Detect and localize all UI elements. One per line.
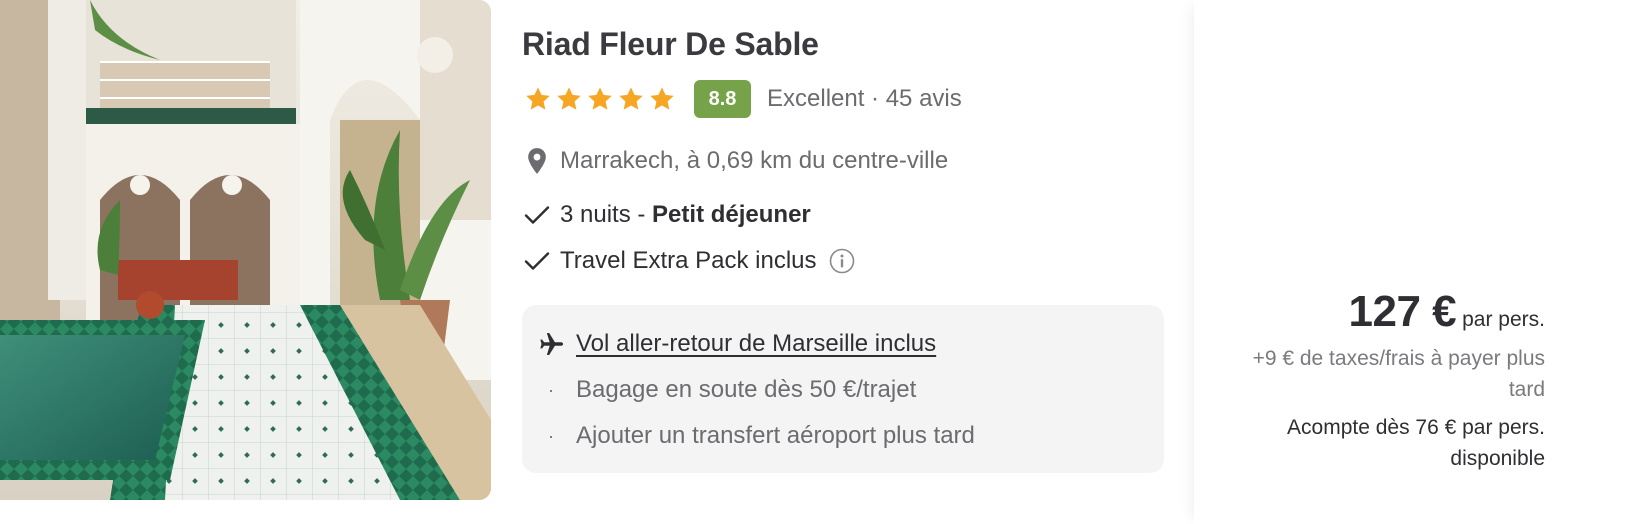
extra-pack-label: Travel Extra Pack inclus <box>560 247 817 274</box>
deposit-note: Acompte dès 76 € par pers. disponible <box>1287 416 1545 470</box>
board-label: Petit déjeuner <box>652 201 811 228</box>
flight-info-box: Vol aller-retour de Marseille inclus · B… <box>522 305 1164 473</box>
rating-row: 8.8 Excellent · 45 avis <box>524 80 962 118</box>
hotel-photo[interactable] <box>0 0 491 500</box>
check-icon <box>524 252 550 270</box>
star-icon <box>588 87 612 110</box>
star-icon <box>557 87 581 110</box>
flight-link[interactable]: Vol aller-retour de Marseille inclus <box>576 330 936 358</box>
info-icon[interactable] <box>829 248 855 274</box>
baggage-text: Bagage en soute dès 50 €/trajet <box>576 376 917 403</box>
list-item: · Bagage en soute dès 50 €/trajet <box>548 373 916 407</box>
feature-nights: 3 nuits - Petit déjeuner <box>524 197 811 233</box>
nights-label: 3 nuits - <box>560 201 653 228</box>
star-icon <box>650 87 674 110</box>
score-badge: 8.8 <box>694 80 751 118</box>
star-icon <box>526 87 550 110</box>
bullet: · <box>548 425 554 446</box>
transfer-text: Ajouter un transfert aéroport plus tard <box>576 422 975 449</box>
feature-extra-pack: Travel Extra Pack inclus <box>524 243 855 279</box>
price-panel: 127 € par pers. +9 € de taxes/frais à pa… <box>1194 0 1642 524</box>
price-unit: par pers. <box>1462 308 1545 331</box>
list-item: · Ajouter un transfert aéroport plus tar… <box>548 419 975 453</box>
check-icon <box>524 206 550 224</box>
price-amount: 127 € <box>1348 287 1457 336</box>
location-text: Marrakech, à 0,69 km du centre-ville <box>560 147 949 174</box>
airplane-icon <box>540 333 564 355</box>
star-icon <box>619 87 643 110</box>
flight-row: Vol aller-retour de Marseille inclus <box>538 326 936 362</box>
star-rating <box>524 85 676 113</box>
bullet: · <box>548 379 554 400</box>
hotel-name[interactable]: Riad Fleur De Sable <box>522 26 819 63</box>
location-row: Marrakech, à 0,69 km du centre-ville <box>526 143 948 179</box>
feature-nights-text: 3 nuits - Petit déjeuner <box>560 201 811 229</box>
map-pin-icon <box>528 148 546 174</box>
price-line: 127 € par pers. <box>1349 287 1545 337</box>
taxes-note: +9 € de taxes/frais à payer plus tard <box>1252 347 1545 401</box>
review-summary[interactable]: Excellent · 45 avis <box>767 85 962 113</box>
